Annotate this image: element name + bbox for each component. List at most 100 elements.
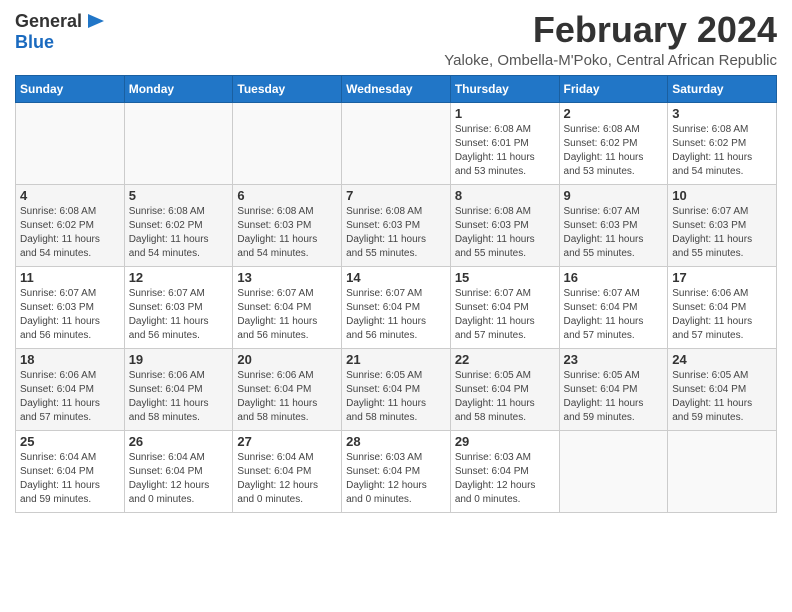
day-info: Sunrise: 6:07 AM Sunset: 6:03 PM Dayligh… [672,205,772,261]
calendar-cell: 6 Sunrise: 6:08 AM Sunset: 6:03 PM Daylig… [233,184,342,266]
weekday-header-monday: Monday [124,75,233,102]
calendar-cell: 13 Sunrise: 6:07 AM Sunset: 6:04 PM Dayli… [233,266,342,348]
calendar-cell: 26Sunrise: 6:04 AM Sunset: 6:04 PM Dayli… [124,430,233,512]
day-info: Sunrise: 6:07 AM Sunset: 6:04 PM Dayligh… [455,287,555,343]
calendar-cell: 19 Sunrise: 6:06 AM Sunset: 6:04 PM Dayli… [124,348,233,430]
day-info: Sunrise: 6:08 AM Sunset: 6:02 PM Dayligh… [20,205,120,261]
calendar-cell: 28 Sunrise: 6:03 AM Sunset: 6:04 PM Dayli… [342,430,451,512]
day-number: 28 [346,434,446,449]
day-info: Sunrise: 6:08 AM Sunset: 6:02 PM Dayligh… [672,123,772,179]
day-info: Sunrise: 6:03 AM Sunset: 6:04 PM Dayligh… [455,451,555,507]
day-info: Sunrise: 6:07 AM Sunset: 6:03 PM Dayligh… [564,205,664,261]
calendar-cell: 10 Sunrise: 6:07 AM Sunset: 6:03 PM Dayli… [668,184,777,266]
calendar-cell [124,102,233,184]
day-info: Sunrise: 6:04 AM Sunset: 6:04 PM Dayligh… [20,451,120,507]
day-number: 27 [237,434,337,449]
day-info: Sunrise: 6:05 AM Sunset: 6:04 PM Dayligh… [346,369,446,425]
calendar-cell: 9 Sunrise: 6:07 AM Sunset: 6:03 PM Daylig… [559,184,668,266]
calendar-cell: 22Sunrise: 6:05 AM Sunset: 6:04 PM Dayli… [450,348,559,430]
day-number: 9 [564,188,664,203]
day-number: 16 [564,270,664,285]
day-info: Sunrise: 6:05 AM Sunset: 6:04 PM Dayligh… [564,369,664,425]
weekday-header-thursday: Thursday [450,75,559,102]
day-number: 17 [672,270,772,285]
day-number: 23 [564,352,664,367]
calendar-cell: 17 Sunrise: 6:06 AM Sunset: 6:04 PM Dayli… [668,266,777,348]
calendar-cell [668,430,777,512]
day-number: 25 [20,434,120,449]
calendar-cell: 27 Sunrise: 6:04 AM Sunset: 6:04 PM Dayli… [233,430,342,512]
day-number: 20 [237,352,337,367]
weekday-header-tuesday: Tuesday [233,75,342,102]
day-number: 1 [455,106,555,121]
day-number: 3 [672,106,772,121]
calendar-week-row: 11 Sunrise: 6:07 AM Sunset: 6:03 PM Dayli… [16,266,777,348]
weekday-header-friday: Friday [559,75,668,102]
calendar-cell: 3 Sunrise: 6:08 AM Sunset: 6:02 PM Daylig… [668,102,777,184]
day-info: Sunrise: 6:08 AM Sunset: 6:03 PM Dayligh… [455,205,555,261]
calendar-cell: 24Sunrise: 6:05 AM Sunset: 6:04 PM Dayli… [668,348,777,430]
calendar-cell: 7 Sunrise: 6:08 AM Sunset: 6:03 PM Daylig… [342,184,451,266]
calendar-cell: 20 Sunrise: 6:06 AM Sunset: 6:04 PM Dayli… [233,348,342,430]
day-number: 2 [564,106,664,121]
calendar-cell: 29 Sunrise: 6:03 AM Sunset: 6:04 PM Dayli… [450,430,559,512]
day-number: 6 [237,188,337,203]
calendar-cell: 25 Sunrise: 6:04 AM Sunset: 6:04 PM Dayli… [16,430,125,512]
calendar-cell: 12 Sunrise: 6:07 AM Sunset: 6:03 PM Dayli… [124,266,233,348]
day-number: 8 [455,188,555,203]
day-number: 29 [455,434,555,449]
calendar-cell: 15 Sunrise: 6:07 AM Sunset: 6:04 PM Dayli… [450,266,559,348]
location-subtitle: Yaloke, Ombella-M'Poko, Central African … [126,52,777,69]
weekday-header-wednesday: Wednesday [342,75,451,102]
day-info: Sunrise: 6:04 AM Sunset: 6:04 PM Dayligh… [237,451,337,507]
day-number: 13 [237,270,337,285]
day-info: Sunrise: 6:08 AM Sunset: 6:02 PM Dayligh… [129,205,229,261]
day-info: Sunrise: 6:06 AM Sunset: 6:04 PM Dayligh… [672,287,772,343]
calendar-cell: 18Sunrise: 6:06 AM Sunset: 6:04 PM Dayli… [16,348,125,430]
day-info: Sunrise: 6:03 AM Sunset: 6:04 PM Dayligh… [346,451,446,507]
day-info: Sunrise: 6:06 AM Sunset: 6:04 PM Dayligh… [20,369,120,425]
day-number: 5 [129,188,229,203]
calendar-cell: 5 Sunrise: 6:08 AM Sunset: 6:02 PM Daylig… [124,184,233,266]
day-number: 15 [455,270,555,285]
weekday-header-row: SundayMondayTuesdayWednesdayThursdayFrid… [16,75,777,102]
day-number: 11 [20,270,120,285]
day-number: 4 [20,188,120,203]
day-info: Sunrise: 6:07 AM Sunset: 6:03 PM Dayligh… [20,287,120,343]
day-info: Sunrise: 6:07 AM Sunset: 6:04 PM Dayligh… [564,287,664,343]
calendar-table: SundayMondayTuesdayWednesdayThursdayFrid… [15,75,777,513]
calendar-cell [559,430,668,512]
calendar-week-row: 25 Sunrise: 6:04 AM Sunset: 6:04 PM Dayli… [16,430,777,512]
day-info: Sunrise: 6:06 AM Sunset: 6:04 PM Dayligh… [237,369,337,425]
day-number: 7 [346,188,446,203]
day-info: Sunrise: 6:07 AM Sunset: 6:03 PM Dayligh… [129,287,229,343]
weekday-header-saturday: Saturday [668,75,777,102]
day-info: Sunrise: 6:08 AM Sunset: 6:03 PM Dayligh… [237,205,337,261]
logo-blue: Blue [15,32,54,52]
calendar-cell: 14Sunrise: 6:07 AM Sunset: 6:04 PM Dayli… [342,266,451,348]
day-info: Sunrise: 6:07 AM Sunset: 6:04 PM Dayligh… [346,287,446,343]
day-number: 12 [129,270,229,285]
calendar-cell: 4 Sunrise: 6:08 AM Sunset: 6:02 PM Daylig… [16,184,125,266]
day-info: Sunrise: 6:08 AM Sunset: 6:03 PM Dayligh… [346,205,446,261]
day-info: Sunrise: 6:05 AM Sunset: 6:04 PM Dayligh… [455,369,555,425]
day-info: Sunrise: 6:08 AM Sunset: 6:01 PM Dayligh… [455,123,555,179]
day-number: 10 [672,188,772,203]
calendar-cell [16,102,125,184]
day-number: 26 [129,434,229,449]
calendar-cell: 16 Sunrise: 6:07 AM Sunset: 6:04 PM Dayli… [559,266,668,348]
logo-icon [84,10,106,32]
logo: General Blue [15,10,106,53]
day-info: Sunrise: 6:07 AM Sunset: 6:04 PM Dayligh… [237,287,337,343]
logo-general: General [15,11,82,32]
day-number: 19 [129,352,229,367]
calendar-cell: 23 Sunrise: 6:05 AM Sunset: 6:04 PM Dayli… [559,348,668,430]
calendar-cell: 1 Sunrise: 6:08 AM Sunset: 6:01 PM Daylig… [450,102,559,184]
month-year-title: February 2024 [126,10,777,50]
calendar-week-row: 1 Sunrise: 6:08 AM Sunset: 6:01 PM Daylig… [16,102,777,184]
day-info: Sunrise: 6:05 AM Sunset: 6:04 PM Dayligh… [672,369,772,425]
calendar-cell: 8 Sunrise: 6:08 AM Sunset: 6:03 PM Daylig… [450,184,559,266]
calendar-cell: 21Sunrise: 6:05 AM Sunset: 6:04 PM Dayli… [342,348,451,430]
day-info: Sunrise: 6:06 AM Sunset: 6:04 PM Dayligh… [129,369,229,425]
calendar-cell: 11 Sunrise: 6:07 AM Sunset: 6:03 PM Dayli… [16,266,125,348]
